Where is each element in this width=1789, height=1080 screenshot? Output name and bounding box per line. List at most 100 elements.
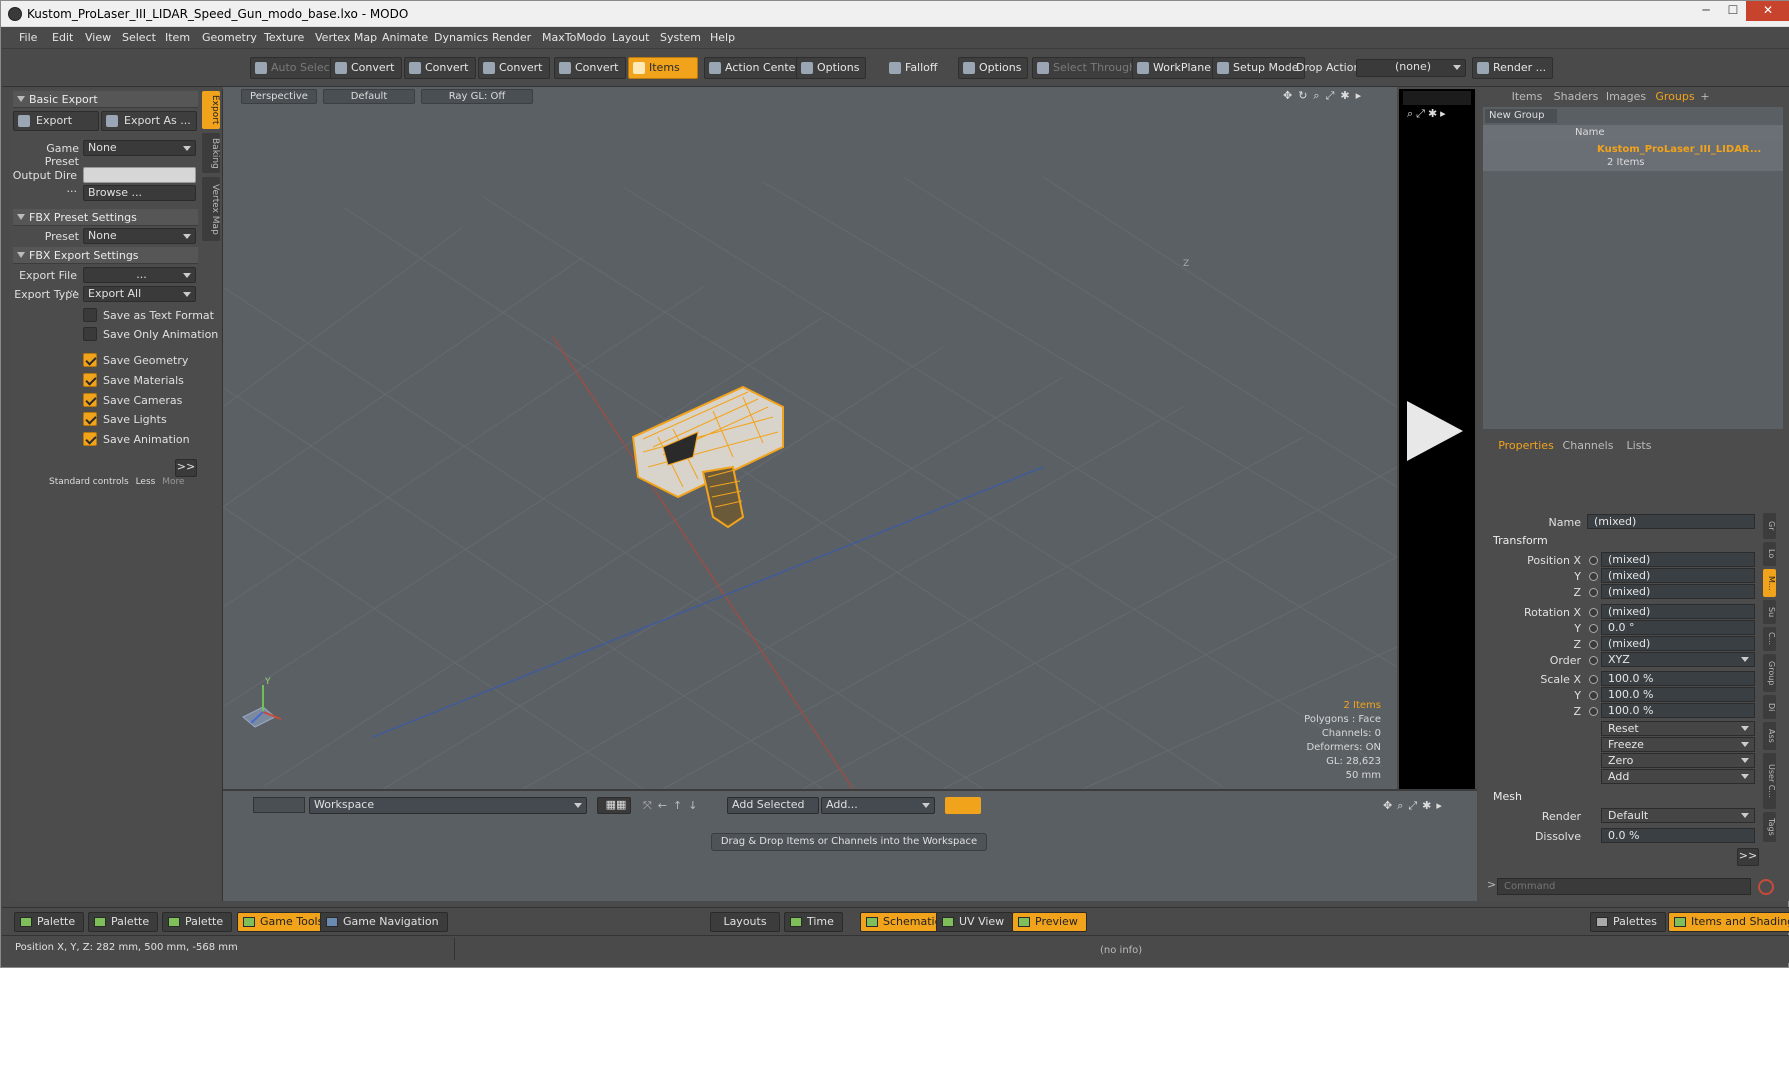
output-dir-field[interactable]: [83, 167, 196, 183]
position-z-keyframe[interactable]: [1589, 588, 1598, 597]
save-geometry-checkbox[interactable]: [83, 353, 97, 367]
dissolve-field[interactable]: 0.0 %: [1601, 828, 1755, 843]
drop-action-select[interactable]: (none): [1356, 59, 1466, 77]
rotation-z-keyframe[interactable]: [1589, 640, 1598, 649]
side-tab-user-channels[interactable]: User C...: [1763, 753, 1776, 809]
save-cameras-checkbox[interactable]: [83, 393, 97, 407]
add-tab-button[interactable]: +: [1699, 89, 1711, 105]
tab-export[interactable]: Export: [202, 91, 220, 129]
save-only-animation-checkbox[interactable]: [83, 327, 97, 341]
save-materials-checkbox[interactable]: [83, 373, 97, 387]
export-file-select[interactable]: ...: [83, 267, 196, 283]
view-perspective-button[interactable]: Perspective: [241, 89, 317, 104]
menu-edit[interactable]: Edit: [52, 31, 73, 44]
game-navigation-button[interactable]: Game Navigation: [320, 912, 448, 932]
scale-x-keyframe[interactable]: [1589, 675, 1598, 684]
action-options-button[interactable]: Options: [796, 57, 867, 79]
menu-geometry[interactable]: Geometry: [202, 31, 257, 44]
close-button[interactable]: ✕: [1746, 1, 1789, 21]
shading-default-button[interactable]: Default: [323, 89, 415, 104]
tab-groups[interactable]: Groups: [1653, 89, 1697, 105]
save-animation-checkbox[interactable]: [83, 432, 97, 446]
preview-button[interactable]: Preview: [1012, 912, 1087, 932]
menu-item[interactable]: Item: [165, 31, 190, 44]
zero-select[interactable]: Zero: [1601, 753, 1755, 768]
position-x-field[interactable]: (mixed): [1601, 552, 1755, 567]
position-x-keyframe[interactable]: [1589, 556, 1598, 565]
palettes-button[interactable]: Palettes: [1590, 912, 1666, 932]
convert-button-3[interactable]: Convert: [478, 57, 550, 79]
palette-button-2[interactable]: Palette: [88, 912, 159, 932]
tab-vertex-map[interactable]: Vertex Map: [202, 177, 220, 241]
setup-mode-button[interactable]: Setup Mode: [1212, 57, 1306, 79]
side-tab-di[interactable]: Di: [1763, 695, 1776, 719]
menu-view[interactable]: View: [85, 31, 111, 44]
scale-z-keyframe[interactable]: [1589, 707, 1598, 716]
menu-vertex-map[interactable]: Vertex Map: [315, 31, 377, 44]
palette-button-3[interactable]: Palette: [162, 912, 233, 932]
convert-button-1[interactable]: Convert: [330, 57, 402, 79]
rotation-y-keyframe[interactable]: [1589, 624, 1598, 633]
workspace-nav-icons[interactable]: ✥⌕⤢✱▸: [1383, 799, 1447, 813]
expand-button[interactable]: >>: [175, 459, 197, 477]
position-z-field[interactable]: (mixed): [1601, 584, 1755, 599]
game-preset-select[interactable]: None: [83, 140, 196, 156]
workspace-select[interactable]: Workspace: [309, 797, 587, 814]
menu-layout[interactable]: Layout: [612, 31, 649, 44]
position-y-keyframe[interactable]: [1589, 572, 1598, 581]
reset-select[interactable]: Reset: [1601, 721, 1755, 736]
mesh-header[interactable]: Mesh: [1493, 790, 1522, 803]
items-mode-button[interactable]: Items: [628, 57, 698, 79]
menu-dynamics[interactable]: Dynamics: [434, 31, 488, 44]
menu-texture[interactable]: Texture: [264, 31, 304, 44]
command-input[interactable]: [1497, 878, 1751, 895]
scale-y-keyframe[interactable]: [1589, 691, 1598, 700]
minimize-button[interactable]: ─: [1693, 1, 1719, 21]
browse-button[interactable]: Browse ...: [83, 185, 196, 201]
rotation-x-keyframe[interactable]: [1589, 608, 1598, 617]
menu-animate[interactable]: Animate: [382, 31, 428, 44]
render-button[interactable]: Render ...: [1472, 57, 1554, 79]
menu-select[interactable]: Select: [122, 31, 156, 44]
side-tab-m[interactable]: M...: [1763, 569, 1776, 597]
tab-shaders[interactable]: Shaders: [1553, 89, 1599, 105]
time-button[interactable]: Time: [784, 912, 843, 932]
render-select[interactable]: Default: [1601, 808, 1755, 823]
group-row[interactable]: Kustom_ProLaser_III_LIDAR... 2 Items: [1483, 141, 1783, 171]
side-tab-su[interactable]: Su: [1763, 600, 1776, 624]
record-icon[interactable]: [1758, 879, 1774, 895]
tab-baking[interactable]: Baking: [202, 133, 220, 173]
workspace-arrows[interactable]: ⤧←↑↓: [643, 799, 703, 813]
order-keyframe[interactable]: [1589, 656, 1598, 665]
workspace-tool-icons[interactable]: [253, 797, 305, 813]
rotation-x-field[interactable]: (mixed): [1601, 604, 1755, 619]
position-y-field[interactable]: (mixed): [1601, 568, 1755, 583]
scale-x-field[interactable]: 100.0 %: [1601, 671, 1755, 686]
menu-render[interactable]: Render: [492, 31, 531, 44]
falloff-button[interactable]: Falloff: [884, 57, 944, 79]
convert-button-2[interactable]: Convert: [404, 57, 476, 79]
palette-button-1[interactable]: Palette: [14, 912, 85, 932]
workspace-color-toggle[interactable]: [945, 797, 981, 814]
workplane-button[interactable]: WorkPlane: [1132, 57, 1219, 79]
play-icon[interactable]: [1407, 401, 1463, 461]
transform-header[interactable]: Transform: [1493, 534, 1548, 547]
side-tab-lo[interactable]: Lo: [1763, 542, 1776, 566]
preset-select[interactable]: None: [83, 228, 196, 244]
rotation-y-field[interactable]: 0.0 °: [1601, 620, 1755, 635]
viewport-nav-icons[interactable]: ✥↻⌕⤢✱▸: [1283, 89, 1383, 103]
basic-export-header[interactable]: Basic Export: [13, 91, 198, 108]
3d-viewport[interactable]: Y Z 2 Items Polygons : Face Channels: 0 …: [223, 87, 1397, 789]
freeze-select[interactable]: Freeze: [1601, 737, 1755, 752]
grid-view-button[interactable]: ▦▦: [597, 797, 631, 814]
menu-help[interactable]: Help: [710, 31, 735, 44]
side-tab-ass[interactable]: Ass: [1763, 722, 1776, 750]
maximize-button[interactable]: ☐: [1720, 1, 1746, 21]
name-field[interactable]: (mixed): [1587, 514, 1755, 529]
tab-lists[interactable]: Lists: [1619, 438, 1659, 454]
convert-button-4[interactable]: Convert: [554, 57, 626, 79]
tab-items[interactable]: Items: [1507, 89, 1547, 105]
uv-view-button[interactable]: UV View: [936, 912, 1014, 932]
scale-z-field[interactable]: 100.0 %: [1601, 703, 1755, 718]
side-tab-gr[interactable]: Gr: [1763, 513, 1776, 539]
